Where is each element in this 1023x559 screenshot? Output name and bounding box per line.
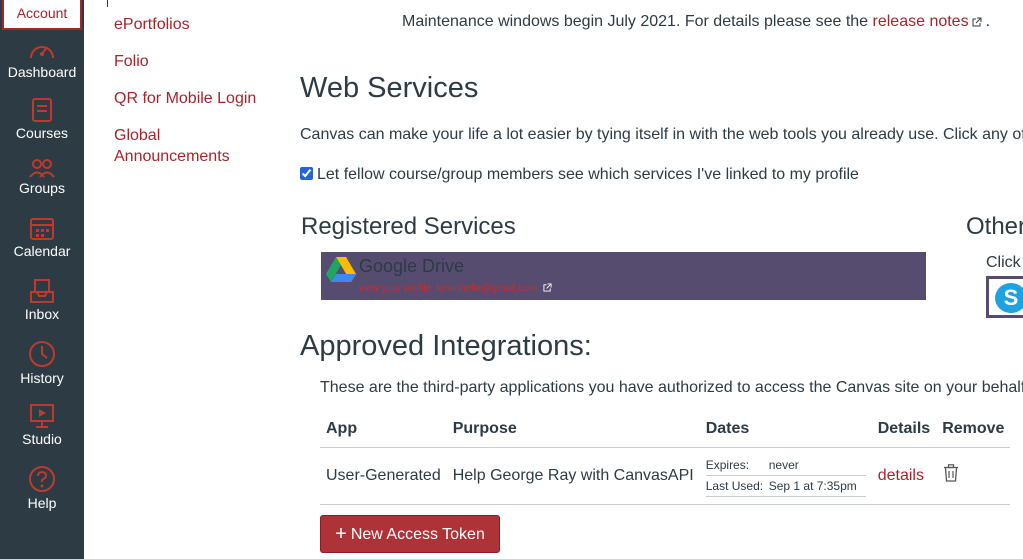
column-header-details: Details bbox=[871, 412, 937, 448]
nav-label-studio: Studio bbox=[22, 431, 62, 447]
nav-calendar[interactable]: Calendar bbox=[0, 215, 84, 259]
new-access-token-label: New Access Token bbox=[350, 526, 485, 543]
plus-icon: + bbox=[335, 523, 347, 545]
other-services-click-text: Click bbox=[986, 254, 1021, 271]
nav-label-help: Help bbox=[27, 495, 57, 511]
integration-dates: Expires: never Last Used: Sep 1 at 7:35pm bbox=[699, 447, 872, 505]
nav-courses[interactable]: Courses bbox=[0, 97, 84, 141]
column-header-purpose: Purpose bbox=[446, 412, 700, 448]
web-services-intro: Canvas can make your life a lot easier b… bbox=[300, 126, 1023, 143]
column-header-app: App bbox=[320, 412, 447, 448]
table-row: User-Generated Help George Ray with Canv… bbox=[320, 447, 1011, 505]
notice-suffix: . bbox=[985, 13, 991, 30]
nav-label-dashboard: Dashboard bbox=[7, 64, 77, 80]
history-icon bbox=[29, 341, 55, 367]
integrations-table: App Purpose Dates Details Remove User-Ge… bbox=[320, 412, 1011, 505]
table-header-row: App Purpose Dates Details Remove bbox=[320, 412, 1011, 448]
inbox-icon bbox=[30, 279, 54, 303]
web-services-title: Web Services bbox=[300, 72, 479, 104]
release-notes-link[interactable]: release notes bbox=[873, 13, 982, 30]
last-used-value: Sep 1 at 7:35pm bbox=[768, 478, 857, 493]
calendar-icon bbox=[30, 218, 54, 240]
nav-account[interactable]: Account bbox=[2, 0, 82, 30]
text-cursor bbox=[107, 0, 108, 7]
global-nav: Account Dashboard Courses Groups Calenda… bbox=[0, 0, 84, 559]
nav-inbox[interactable]: Inbox bbox=[0, 278, 84, 322]
other-services-title: Other bbox=[966, 213, 1023, 240]
expires-label: Expires: bbox=[705, 457, 750, 472]
integration-remove-cell bbox=[936, 447, 1011, 505]
new-access-token-button[interactable]: + New Access Token bbox=[320, 515, 500, 553]
last-used-line: Last Used: Sep 1 at 7:35pm bbox=[705, 476, 866, 497]
skype-icon: S bbox=[995, 283, 1023, 313]
help-icon bbox=[29, 466, 55, 492]
last-used-label: Last Used: bbox=[705, 478, 764, 493]
sub-nav-global[interactable]: Global bbox=[114, 125, 160, 146]
nav-studio[interactable]: Studio bbox=[0, 403, 84, 447]
trash-icon[interactable] bbox=[943, 464, 959, 482]
dashboard-icon bbox=[30, 46, 54, 59]
expires-line: Expires: never bbox=[705, 455, 866, 476]
courses-icon bbox=[32, 98, 52, 122]
maintenance-notice: Maintenance windows begin July 2021. For… bbox=[402, 13, 990, 31]
integration-details-cell: details bbox=[871, 447, 937, 505]
column-header-dates: Dates bbox=[699, 412, 872, 448]
show-services-label: Let fellow course/group members see whic… bbox=[317, 166, 859, 183]
service-profile-link[interactable]: view your profile: kevinbelle@gmail.com bbox=[359, 283, 552, 294]
nav-label-history: History bbox=[20, 370, 64, 386]
nav-label-calendar: Calendar bbox=[13, 243, 71, 259]
expires-value: never bbox=[768, 457, 799, 472]
sub-nav-folio[interactable]: Folio bbox=[114, 51, 149, 72]
show-services-checkbox[interactable] bbox=[300, 167, 313, 180]
column-header-remove: Remove bbox=[936, 412, 1011, 448]
external-link-icon bbox=[543, 283, 552, 292]
approved-integrations-title: Approved Integrations: bbox=[300, 330, 592, 362]
google-drive-icon bbox=[326, 257, 356, 282]
google-drive-service: Google Drive view your profile: kevinbel… bbox=[321, 252, 926, 300]
nav-dashboard[interactable]: Dashboard bbox=[0, 40, 84, 80]
nav-label-inbox: Inbox bbox=[24, 306, 60, 322]
show-services-checkbox-row[interactable]: Let fellow course/group members see whic… bbox=[300, 166, 859, 184]
nav-help[interactable]: Help bbox=[0, 465, 84, 511]
groups-icon bbox=[29, 159, 55, 178]
details-link[interactable]: details bbox=[878, 467, 924, 484]
sub-nav-qr-mobile-login[interactable]: QR for Mobile Login bbox=[114, 88, 256, 109]
approved-integrations-description: These are the third-party applications y… bbox=[320, 379, 1023, 396]
skype-service-button[interactable]: S bbox=[986, 276, 1023, 318]
registered-services-title: Registered Services bbox=[301, 213, 516, 240]
sub-nav-announcements[interactable]: Announcements bbox=[114, 146, 230, 167]
nav-label-groups: Groups bbox=[19, 180, 65, 196]
external-link-icon bbox=[972, 17, 982, 27]
studio-icon bbox=[30, 404, 54, 428]
service-name: Google Drive bbox=[359, 256, 465, 276]
nav-groups[interactable]: Groups bbox=[0, 158, 84, 196]
sub-nav-eportfolios[interactable]: ePortfolios bbox=[114, 14, 190, 35]
notice-text: Maintenance windows begin July 2021. For… bbox=[402, 13, 873, 30]
integration-purpose: Help George Ray with CanvasAPI bbox=[446, 447, 700, 505]
nav-history[interactable]: History bbox=[0, 340, 84, 386]
nav-label-courses: Courses bbox=[15, 125, 69, 141]
integration-app: User-Generated bbox=[320, 447, 447, 505]
